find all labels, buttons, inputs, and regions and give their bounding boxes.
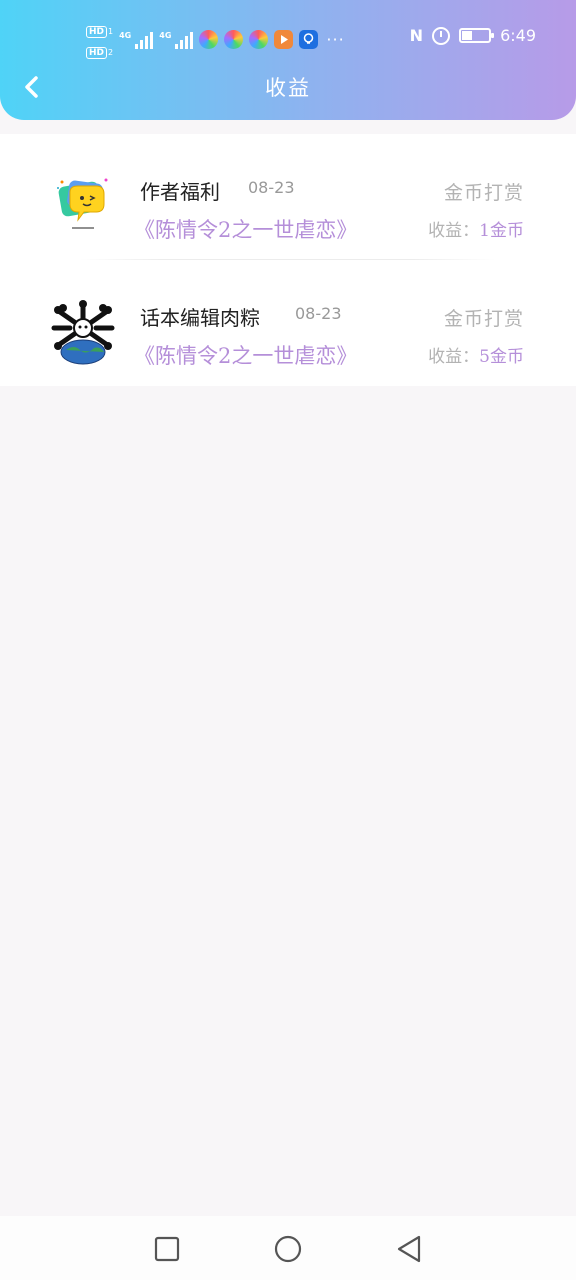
battery-fill: [462, 31, 473, 40]
nav-back-button[interactable]: [395, 1234, 425, 1264]
home-button[interactable]: [273, 1234, 303, 1264]
clock-time: 6:49: [500, 26, 536, 45]
list-item[interactable]: 话本编辑肉粽 08-23 金币打赏 《陈情令2之一世虐恋》 收益：5金币: [0, 260, 576, 386]
list-item[interactable]: 作者福利 08-23 金币打赏 《陈情令2之一世虐恋》 收益：1金币: [0, 134, 576, 260]
page-title: 收益: [265, 76, 311, 100]
recents-button[interactable]: [152, 1234, 182, 1264]
signal2-icon: 4G: [159, 31, 194, 49]
alarm-icon: [432, 26, 451, 45]
hd2-badge: HD 2: [86, 41, 113, 59]
more-notifications-icon: ···: [326, 30, 345, 49]
book-title-link[interactable]: 《陈情令2之一世虐恋》: [134, 340, 357, 370]
record-date: 08-23: [248, 178, 295, 197]
record-name: 作者福利: [140, 180, 220, 204]
yellow-chat-bubble-avatar: [50, 174, 116, 240]
triangle-back-icon: [397, 1235, 421, 1263]
colorful-ring-app-icon: [199, 30, 219, 49]
circle-home-icon: [274, 1235, 302, 1263]
square-recents-icon: [154, 1236, 180, 1262]
record-earnings: 收益：1金币: [428, 221, 524, 241]
globe-crossbones-avatar: [50, 300, 116, 366]
status-left-group: HD 1 HD 2 4G 4G ···: [86, 20, 345, 59]
record-date: 08-23: [295, 304, 342, 323]
colorful-ring-app-icon: [224, 30, 244, 49]
nfc-icon: N: [409, 26, 424, 45]
record-earnings: 收益：5金币: [428, 347, 524, 367]
battery-icon: [459, 28, 495, 43]
book-title-link[interactable]: 《陈情令2之一世虐恋》: [134, 214, 357, 244]
status-right-group: N 6:49: [410, 26, 536, 45]
blue-bulb-app-icon: [299, 30, 319, 49]
status-bar: HD 1 HD 2 4G 4G ··· N 6:49: [0, 18, 576, 59]
record-type: 金币打赏: [443, 182, 524, 204]
system-nav-bar: [0, 1216, 576, 1280]
orange-video-app-icon: [274, 30, 294, 49]
signal1-icon: 4G: [119, 31, 154, 49]
record-name: 话本编辑肉粽: [140, 306, 260, 330]
colorful-ring-app-icon: [249, 30, 269, 49]
earnings-list: 作者福利 08-23 金币打赏 《陈情令2之一世虐恋》 收益：1金币 话本编辑肉…: [0, 134, 576, 386]
hd1-badge: HD 1: [86, 20, 113, 38]
header-bar: HD 1 HD 2 4G 4G ··· N 6:49 收益: [0, 0, 576, 120]
record-type: 金币打赏: [443, 308, 524, 330]
